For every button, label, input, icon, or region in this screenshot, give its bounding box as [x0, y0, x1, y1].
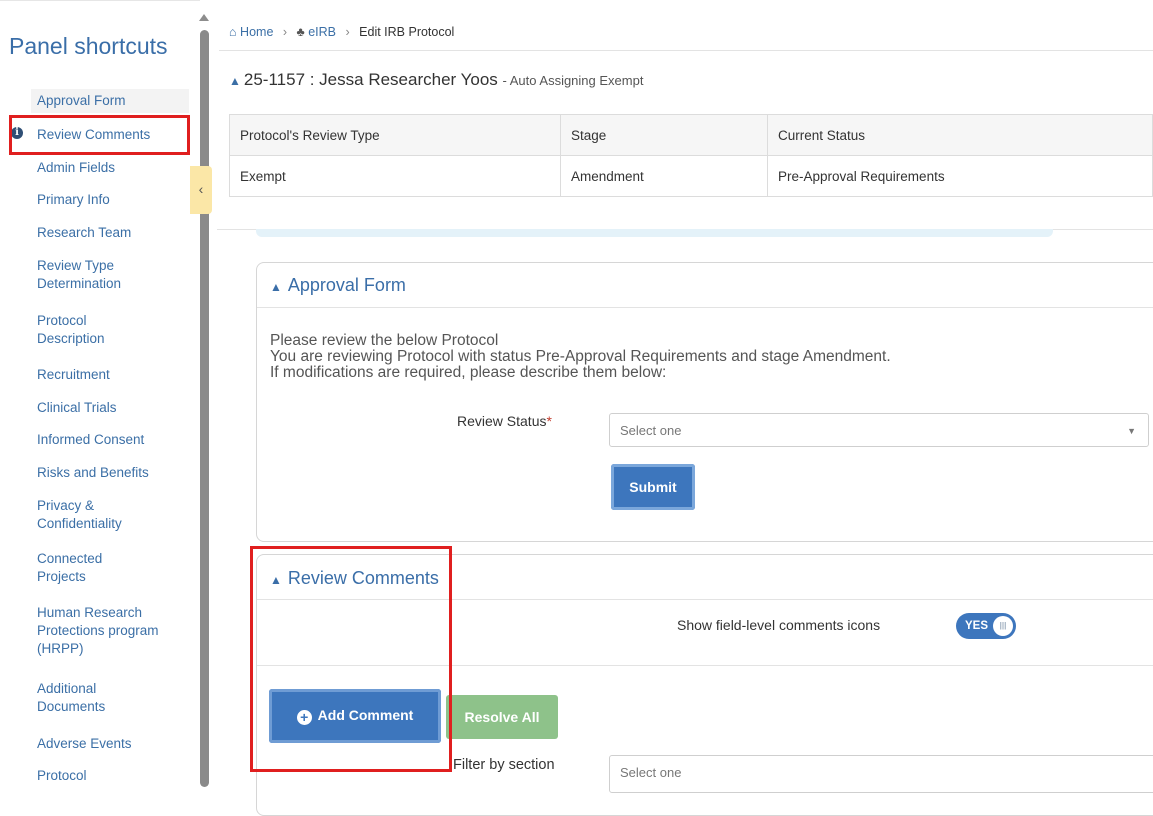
sidebar-item-review-type-determination[interactable]: Review Type Determination: [37, 257, 147, 293]
instruction-line-2: You are reviewing Protocol with status P…: [270, 348, 891, 365]
sidebar-item-clinical-trials[interactable]: Clinical Trials: [37, 399, 183, 417]
collapse-sidebar-button[interactable]: ‹: [190, 166, 212, 214]
users-icon: ♣: [296, 25, 305, 39]
plus-circle-icon: +: [296, 710, 312, 725]
sidebar-item-review-comments[interactable]: Review Comments: [37, 126, 183, 144]
cell-current-status: Pre-Approval Requirements: [767, 155, 1153, 197]
breadcrumb-eirb[interactable]: eIRB: [308, 25, 336, 39]
sidebar-item-recruitment[interactable]: Recruitment: [37, 366, 183, 384]
sidebar-title: Panel shortcuts: [9, 33, 168, 59]
approval-instructions: Please review the below Protocol You are…: [270, 333, 891, 381]
header-stage: Stage: [560, 114, 768, 156]
add-comment-label: Add Comment: [317, 707, 414, 723]
instruction-line-1: Please review the below Protocol: [270, 332, 499, 349]
breadcrumb-current: Edit IRB Protocol: [359, 25, 455, 39]
panel-divider: [257, 599, 1153, 600]
resolve-all-button[interactable]: Resolve All: [446, 695, 558, 739]
review-comments-title[interactable]: ▲ Review Comments: [270, 568, 439, 589]
protocol-subtitle: - Auto Assigning Exempt: [502, 73, 644, 88]
chevron-left-icon: ‹: [198, 181, 204, 197]
protocol-status-table: Protocol's Review Type Stage Current Sta…: [229, 114, 1153, 197]
approval-form-title[interactable]: ▲ Approval Form: [270, 275, 406, 296]
home-icon: ⌂: [229, 25, 237, 39]
show-icons-label: Show field-level comments icons: [677, 617, 881, 633]
panel-divider: [257, 665, 1153, 666]
sidebar-item-connected-projects[interactable]: Connected Projects: [37, 550, 127, 586]
breadcrumb-separator-icon: ›: [345, 25, 350, 39]
chevron-up-icon: ▲: [270, 280, 282, 294]
sidebar-item-privacy-confidentiality[interactable]: Privacy & Confidentiality: [37, 497, 147, 533]
review-status-label-text: Review Status: [457, 413, 547, 429]
toggle-knob-icon: |||: [993, 616, 1013, 636]
scroll-up-arrow-icon[interactable]: [199, 14, 209, 21]
protocol-header: ▲ 25-1157 : Jessa Researcher Yoos - Auto …: [229, 70, 643, 90]
header-current-status: Current Status: [767, 114, 1153, 156]
breadcrumb-separator-icon: ›: [282, 25, 288, 39]
review-status-placeholder: Select one: [620, 423, 682, 438]
info-icon: i: [11, 127, 23, 139]
sidebar-item-primary-info[interactable]: Primary Info: [37, 191, 183, 209]
dropdown-arrow-icon: ▼: [1127, 426, 1136, 436]
breadcrumb: ⌂ Home › ♣ eIRB › Edit IRB Protocol: [219, 14, 1153, 51]
sidebar-item-adverse-events[interactable]: Adverse Events: [37, 735, 183, 753]
header-review-type: Protocol's Review Type: [229, 114, 561, 156]
sidebar-scrollbar-thumb[interactable]: [200, 30, 209, 787]
filter-placeholder: Select one: [620, 765, 682, 780]
chevron-up-icon[interactable]: ▲: [229, 74, 241, 88]
add-comment-button[interactable]: + Add Comment: [269, 689, 441, 743]
filter-by-section-label: Filter by section: [453, 757, 555, 773]
breadcrumb-home[interactable]: Home: [240, 25, 273, 39]
filter-by-section-select[interactable]: Select one: [609, 755, 1153, 793]
sidebar-item-informed-consent[interactable]: Informed Consent: [37, 431, 183, 449]
submit-button[interactable]: Submit: [611, 464, 695, 510]
panel-divider: [257, 307, 1153, 308]
protocol-title: 25-1157 : Jessa Researcher Yoos: [243, 70, 498, 89]
show-icons-toggle[interactable]: YES |||: [956, 613, 1016, 639]
sidebar-item-hrpp[interactable]: Human Research Protections program (HRPP…: [37, 604, 177, 658]
review-status-select[interactable]: Select one ▼: [609, 413, 1149, 447]
sidebar-item-admin-fields[interactable]: Admin Fields: [37, 159, 183, 177]
sidebar-item-approval-form[interactable]: Approval Form: [31, 89, 189, 113]
cell-stage: Amendment: [560, 155, 768, 197]
chevron-up-icon: ▲: [270, 573, 282, 587]
panel-shortcuts-sidebar: Panel shortcuts Approval Form i Review C…: [0, 0, 200, 788]
toggle-label: YES: [965, 620, 989, 632]
review-comments-panel: ▲ Review Comments Show field-level commen…: [256, 554, 1153, 816]
required-mark: *: [546, 413, 552, 429]
cell-review-type: Exempt: [229, 155, 561, 197]
instruction-line-3: If modifications are required, please de…: [270, 364, 667, 381]
table-row: Exempt Amendment Pre-Approval Requiremen…: [229, 155, 1153, 197]
approval-form-panel: ▲ Approval Form Please review the below P…: [256, 262, 1153, 542]
sidebar-item-additional-documents[interactable]: Additional Documents: [37, 680, 127, 716]
approval-form-title-text: Approval Form: [287, 275, 406, 295]
table-header-row: Protocol's Review Type Stage Current Sta…: [229, 114, 1153, 156]
review-comments-title-text: Review Comments: [287, 568, 439, 588]
sidebar-item-risks-and-benefits[interactable]: Risks and Benefits: [37, 464, 183, 482]
sidebar-item-protocol-description[interactable]: Protocol Description: [37, 312, 127, 348]
review-status-label: Review Status*: [457, 413, 552, 429]
sidebar-item-research-team[interactable]: Research Team: [37, 224, 183, 242]
sidebar-item-protocol[interactable]: Protocol: [37, 767, 183, 785]
faded-info-bar: [256, 229, 1053, 237]
